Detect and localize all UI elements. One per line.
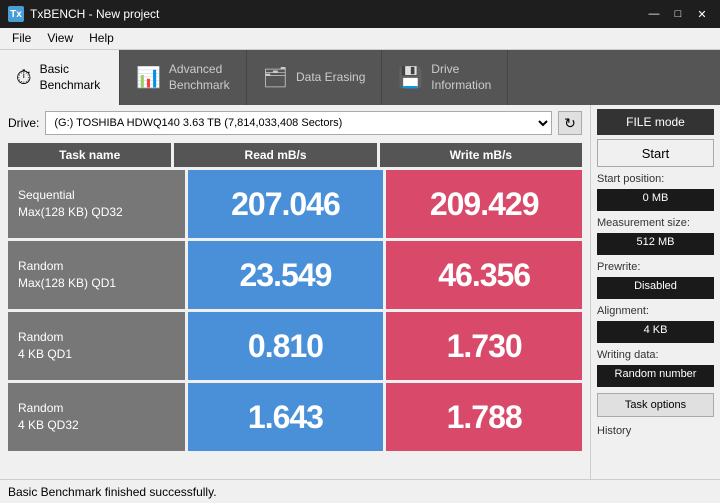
status-bar: Basic Benchmark finished successfully.	[0, 479, 720, 503]
header-task-name: Task name	[8, 143, 171, 167]
menu-help[interactable]: Help	[81, 30, 122, 47]
close-button[interactable]: ✕	[692, 6, 712, 22]
row-2-name: Random4 KB QD1	[8, 312, 185, 380]
row-0-write: 209.429	[386, 170, 582, 238]
drive-information-icon: 💾	[398, 68, 423, 88]
app-title: TxBENCH - New project	[30, 7, 159, 21]
task-options-button[interactable]: Task options	[597, 393, 714, 417]
alignment-value: 4 KB	[597, 321, 714, 343]
data-erasing-icon: 🗂	[263, 68, 288, 88]
tab-basic-benchmark-label: BasicBenchmark	[40, 62, 101, 93]
menu-file[interactable]: File	[4, 30, 39, 47]
title-bar-left: Tx TxBENCH - New project	[8, 6, 159, 22]
row-2-read: 0.810	[188, 312, 384, 380]
window-controls: — □ ✕	[644, 6, 712, 22]
row-1-write: 46.356	[386, 241, 582, 309]
main-area: Drive: (G:) TOSHIBA HDWQ140 3.63 TB (7,8…	[0, 105, 720, 479]
row-1-name: RandomMax(128 KB) QD1	[8, 241, 185, 309]
menu-bar: File View Help	[0, 28, 720, 50]
header-write: Write mB/s	[380, 143, 582, 167]
tab-drive-information[interactable]: 💾 DriveInformation	[382, 50, 508, 105]
start-position-label: Start position:	[597, 173, 714, 185]
alignment-label: Alignment:	[597, 305, 714, 317]
tab-basic-benchmark[interactable]: ⏱ BasicBenchmark	[0, 50, 120, 105]
table-row: Random4 KB QD32 1.643 1.788	[8, 383, 582, 451]
left-panel: Drive: (G:) TOSHIBA HDWQ140 3.63 TB (7,8…	[0, 105, 590, 479]
prewrite-value: Disabled	[597, 277, 714, 299]
start-position-value: 0 MB	[597, 189, 714, 211]
drive-refresh-button[interactable]: ↻	[558, 111, 582, 135]
row-3-read: 1.643	[188, 383, 384, 451]
table-row: Random4 KB QD1 0.810 1.730	[8, 312, 582, 380]
tab-advanced-benchmark[interactable]: 📊 AdvancedBenchmark	[120, 50, 247, 105]
row-2-write: 1.730	[386, 312, 582, 380]
minimize-button[interactable]: —	[644, 6, 664, 22]
writing-data-value: Random number	[597, 365, 714, 387]
app-icon: Tx	[8, 6, 24, 22]
row-3-write: 1.788	[386, 383, 582, 451]
title-bar: Tx TxBENCH - New project — □ ✕	[0, 0, 720, 28]
benchmark-table: Task name Read mB/s Write mB/s Sequentia…	[8, 143, 582, 473]
measurement-size-label: Measurement size:	[597, 217, 714, 229]
file-mode-button[interactable]: FILE mode	[597, 109, 714, 135]
tab-drive-information-label: DriveInformation	[431, 62, 491, 93]
table-row: RandomMax(128 KB) QD1 23.549 46.356	[8, 241, 582, 309]
table-header-row: Task name Read mB/s Write mB/s	[8, 143, 582, 167]
row-1-read: 23.549	[188, 241, 384, 309]
menu-view[interactable]: View	[39, 30, 81, 47]
maximize-button[interactable]: □	[668, 6, 688, 22]
prewrite-label: Prewrite:	[597, 261, 714, 273]
drive-select[interactable]: (G:) TOSHIBA HDWQ140 3.63 TB (7,814,033,…	[45, 111, 552, 135]
start-button[interactable]: Start	[597, 139, 714, 167]
tab-data-erasing[interactable]: 🗂 Data Erasing	[247, 50, 383, 105]
right-panel: FILE mode Start Start position: 0 MB Mea…	[590, 105, 720, 479]
table-row: SequentialMax(128 KB) QD32 207.046 209.4…	[8, 170, 582, 238]
row-0-name: SequentialMax(128 KB) QD32	[8, 170, 185, 238]
tab-data-erasing-label: Data Erasing	[296, 70, 365, 86]
row-3-name: Random4 KB QD32	[8, 383, 185, 451]
writing-data-label: Writing data:	[597, 349, 714, 361]
drive-row: Drive: (G:) TOSHIBA HDWQ140 3.63 TB (7,8…	[8, 111, 582, 135]
history-label: History	[597, 425, 714, 437]
tab-bar: ⏱ BasicBenchmark 📊 AdvancedBenchmark 🗂 D…	[0, 50, 720, 105]
drive-label: Drive:	[8, 116, 39, 130]
status-text: Basic Benchmark finished successfully.	[8, 485, 217, 499]
basic-benchmark-icon: ⏱	[16, 68, 32, 88]
row-0-read: 207.046	[188, 170, 384, 238]
measurement-size-value: 512 MB	[597, 233, 714, 255]
tab-advanced-benchmark-label: AdvancedBenchmark	[169, 62, 230, 93]
advanced-benchmark-icon: 📊	[136, 68, 161, 88]
header-read: Read mB/s	[174, 143, 376, 167]
